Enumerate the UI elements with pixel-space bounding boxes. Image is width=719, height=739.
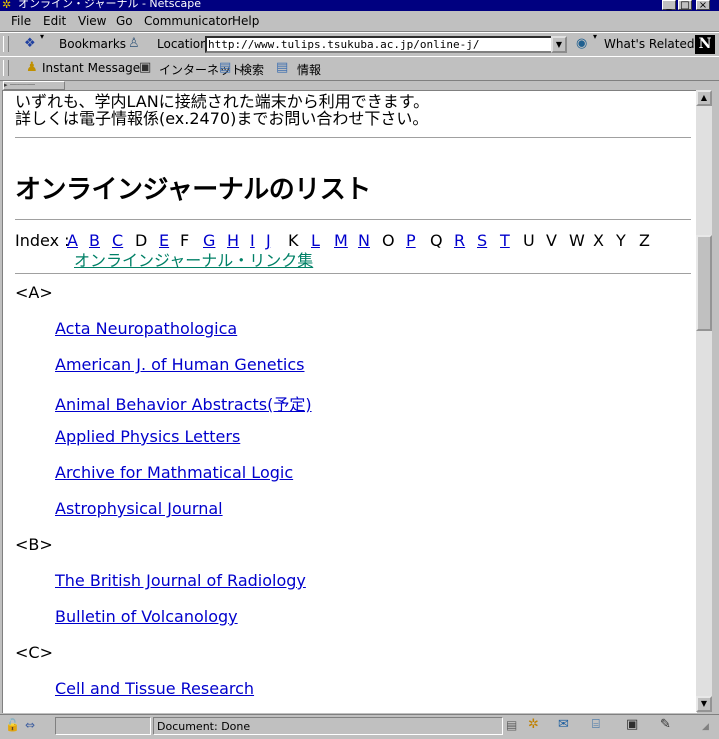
- bookmarks-dropdown-icon: ▾: [40, 32, 45, 41]
- component-bar-grip-icon[interactable]: ▤: [506, 717, 517, 733]
- index-letter-v: V: [546, 231, 557, 250]
- location-input[interactable]: http://www.tulips.tsukuba.ac.jp/online-j…: [205, 36, 567, 53]
- whats-related-button[interactable]: What's Related: [604, 37, 694, 51]
- bookmarks-icon: ❖: [24, 36, 36, 51]
- index-label: Index :: [15, 231, 70, 250]
- intro-text-line1: いずれも、学内LANに接続された端末から利用できます。: [15, 92, 430, 111]
- section-label-c: <C>: [15, 643, 53, 662]
- journal-link[interactable]: Animal Behavior Abstracts(予定): [55, 391, 312, 415]
- location-toolbar: ❖ ▾ Bookmarks ♙ Location: http://www.tul…: [0, 32, 719, 57]
- netscape-logo[interactable]: N: [695, 35, 715, 54]
- index-letter-x: X: [593, 231, 604, 250]
- index-letter-r[interactable]: R: [454, 231, 465, 250]
- maximize-button[interactable]: □: [678, 0, 692, 11]
- scroll-thumb[interactable]: [696, 235, 712, 331]
- window-title: オンライン・ジャーナル - Netscape: [18, 0, 201, 10]
- index-letter-n[interactable]: N: [358, 231, 370, 250]
- minimize-button[interactable]: _: [662, 0, 676, 11]
- journal-link[interactable]: The British Journal of Radiology: [55, 571, 306, 590]
- index-letter-y: Y: [616, 231, 626, 250]
- menu-help[interactable]: Help: [232, 14, 259, 28]
- location-icon: ♙: [128, 36, 140, 51]
- collapsed-toolbar-tab[interactable]: ▸ ┈┈┈┈┈┈: [3, 81, 65, 90]
- instant-message-icon: ♟: [26, 60, 38, 75]
- page-heading: オンラインジャーナルのリスト: [15, 175, 371, 205]
- newsgroups-icon[interactable]: ⌸: [592, 717, 600, 733]
- bookmarks-button[interactable]: Bookmarks: [59, 37, 126, 51]
- composer-icon[interactable]: ✎: [660, 717, 671, 733]
- index-letter-s[interactable]: S: [477, 231, 487, 250]
- location-dropdown-button[interactable]: ▼: [551, 36, 567, 53]
- divider: [15, 137, 691, 139]
- online-status-icon[interactable]: ⇔: [25, 717, 35, 733]
- status-bar: 🔓 ⇔ Document: Done ▤ ✲ ✉ ⌸ ▣ ✎ ◢: [0, 714, 719, 739]
- whats-related-icon: ◉: [576, 36, 588, 51]
- section-label-a: <A>: [15, 283, 53, 302]
- instant-message-button[interactable]: Instant Message: [42, 61, 140, 75]
- scroll-up-button[interactable]: ▲: [696, 90, 712, 106]
- menu-communicator[interactable]: Communicator: [144, 14, 233, 28]
- menu-view[interactable]: View: [78, 14, 106, 28]
- internet-icon: ▣: [139, 60, 152, 75]
- personal-toolbar: ♟ Instant Message ▣ インターネット ▤ 検索 ▤ 情報: [0, 56, 719, 81]
- location-label: Location:: [157, 37, 212, 51]
- menu-bar: File Edit View Go Communicator Help: [0, 11, 719, 32]
- divider: [15, 273, 691, 275]
- journal-link[interactable]: Bulletin of Volcanology: [55, 607, 238, 626]
- vertical-scrollbar[interactable]: ▲ ▼: [696, 90, 712, 712]
- resize-grip-icon[interactable]: ◢: [702, 719, 709, 735]
- security-lock-icon[interactable]: 🔓: [5, 717, 20, 733]
- address-book-icon[interactable]: ▣: [626, 717, 638, 733]
- section-label-b: <B>: [15, 535, 53, 554]
- close-button[interactable]: ×: [696, 0, 710, 11]
- mail-icon[interactable]: ✉: [558, 717, 569, 733]
- info-button[interactable]: 情報: [297, 61, 321, 78]
- menu-file[interactable]: File: [11, 14, 31, 28]
- scroll-down-button[interactable]: ▼: [696, 696, 712, 712]
- journal-link[interactable]: Cell and Tissue Research: [55, 679, 254, 698]
- toolbar-grip[interactable]: [3, 60, 9, 76]
- netscape-app-icon: ✲: [2, 0, 12, 11]
- index-letter-o: O: [382, 231, 395, 250]
- search-button[interactable]: 検索: [240, 61, 264, 78]
- journal-link[interactable]: Astrophysical Journal: [55, 499, 223, 518]
- index-letter-t[interactable]: T: [500, 231, 510, 250]
- index-letter-w: W: [569, 231, 585, 250]
- journal-link[interactable]: American J. of Human Genetics: [55, 355, 305, 374]
- link-collection-link[interactable]: オンラインジャーナル・リンク集: [74, 247, 313, 271]
- index-letter-u: U: [523, 231, 535, 250]
- journal-link[interactable]: Applied Physics Letters: [55, 427, 240, 446]
- info-folder-icon: ▤: [276, 60, 289, 75]
- divider: [15, 219, 691, 221]
- search-folder-icon: ▤: [219, 60, 232, 75]
- menu-edit[interactable]: Edit: [43, 14, 66, 28]
- menu-go[interactable]: Go: [116, 14, 133, 28]
- index-letter-z: Z: [639, 231, 650, 250]
- index-letter-q: Q: [430, 231, 443, 250]
- status-text-panel: Document: Done: [153, 717, 503, 735]
- progress-bar: [55, 717, 151, 735]
- index-letter-p[interactable]: P: [406, 231, 416, 250]
- journal-link[interactable]: Acta Neuropathologica: [55, 319, 237, 338]
- status-text: Document: Done: [157, 720, 251, 733]
- index-letter-m[interactable]: M: [334, 231, 348, 250]
- journal-link[interactable]: Archive for Mathmatical Logic: [55, 463, 293, 482]
- whats-related-dropdown-icon: ▾: [593, 32, 598, 41]
- navigator-icon[interactable]: ✲: [528, 717, 539, 733]
- intro-text-line2: 詳しくは電子情報係(ex.2470)までお問い合わせ下さい。: [15, 109, 429, 128]
- page-content: いずれも、学内LANに接続された端末から利用できます。 詳しくは電子情報係(ex…: [2, 90, 697, 713]
- title-bar: ✲ オンライン・ジャーナル - Netscape _ □ ×: [0, 0, 719, 11]
- toolbar-grip[interactable]: [3, 36, 9, 52]
